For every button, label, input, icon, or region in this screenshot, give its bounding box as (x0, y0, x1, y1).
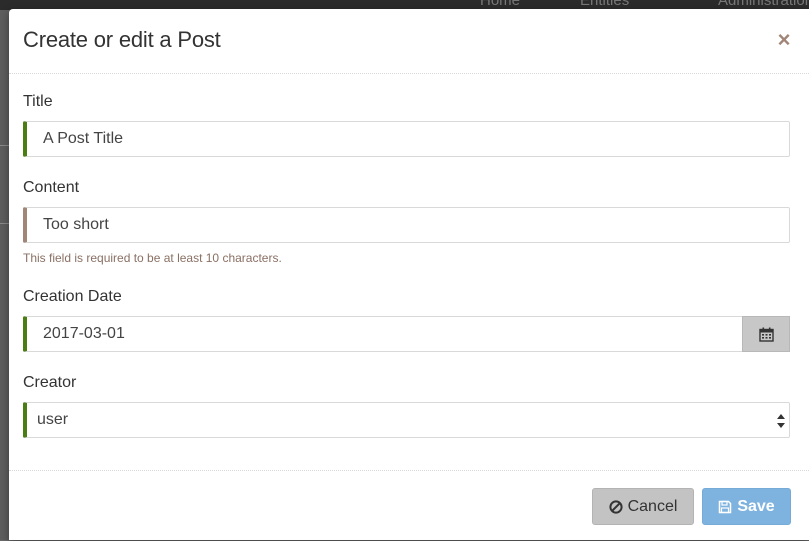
calendar-icon (758, 327, 774, 342)
cancel-button[interactable]: Cancel (592, 488, 694, 525)
content-input[interactable]: Too short (23, 207, 790, 243)
close-button[interactable]: × (775, 29, 793, 51)
creator-selected-value: user (37, 411, 69, 428)
bg-divider (0, 145, 9, 146)
dialog-footer: Cancel Save (9, 470, 809, 541)
close-icon: × (777, 27, 791, 52)
bg-nav-home: Home (480, 0, 521, 9)
creator-label: Creator (23, 374, 77, 391)
bg-nav-entities: Entities (580, 0, 630, 9)
floppy-disk-icon (719, 500, 732, 513)
date-picker-button[interactable] (742, 316, 790, 352)
dialog-title: Create or edit a Post (23, 27, 221, 52)
save-button[interactable]: Save (702, 488, 791, 525)
creation-date-label: Creation Date (23, 288, 122, 305)
content-label: Content (23, 179, 80, 196)
ban-icon (608, 499, 623, 514)
title-input[interactable]: A Post Title (23, 121, 790, 157)
creation-date-input[interactable]: 2017-03-01 (23, 316, 743, 352)
bg-divider (0, 223, 9, 224)
save-label: Save (737, 497, 775, 515)
select-arrows-icon (777, 414, 785, 428)
post-edit-dialog: Create or edit a Post × Title A Post Tit… (9, 9, 809, 540)
dialog-header: Create or edit a Post × (9, 9, 809, 74)
creator-select[interactable]: user (23, 402, 790, 438)
title-label: Title (23, 93, 53, 110)
bg-nav-administration: Administration (718, 0, 809, 9)
date-picker-wrapper (742, 316, 790, 352)
cancel-label: Cancel (627, 497, 678, 515)
content-error-message: This field is required to be at least 10… (23, 251, 282, 265)
